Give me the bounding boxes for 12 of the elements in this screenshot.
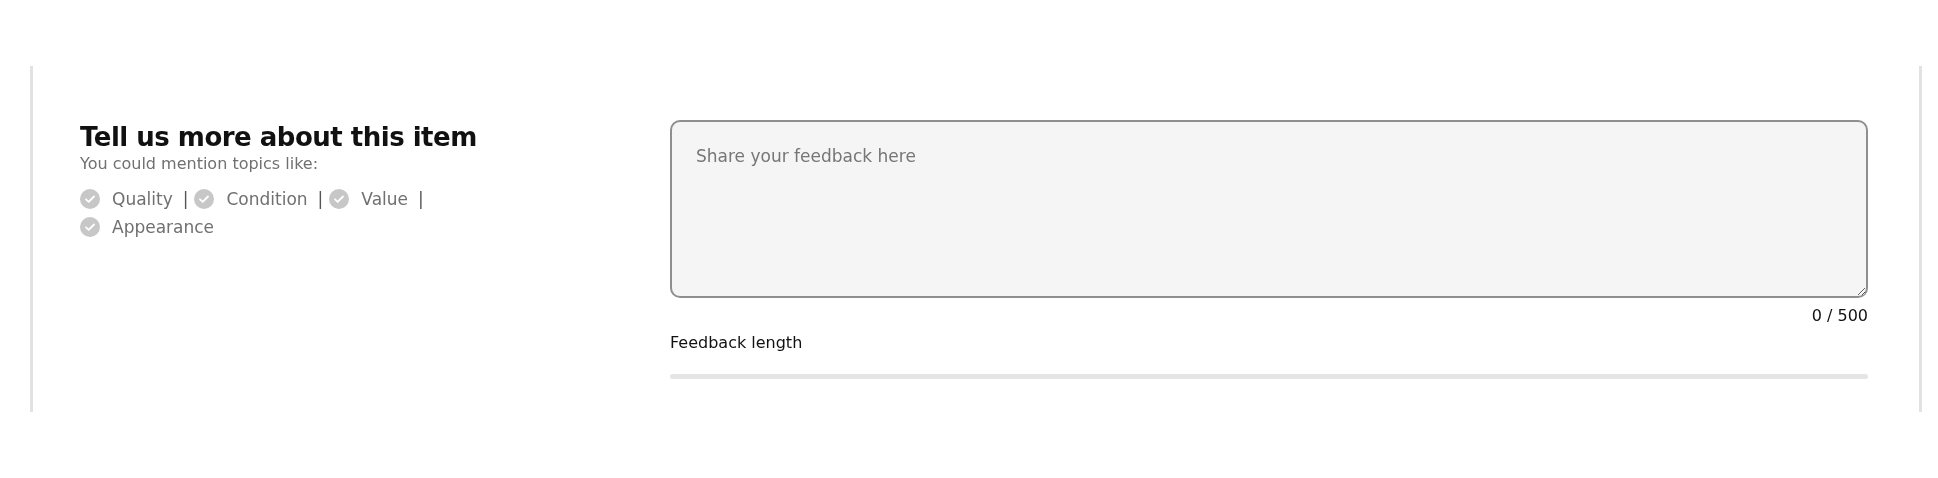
- topic-label: Quality: [112, 189, 173, 209]
- topic-label: Value: [361, 189, 409, 209]
- separator: |: [418, 189, 424, 209]
- section-subtitle: You could mention topics like:: [80, 154, 320, 173]
- character-counter: 0 / 500: [1811, 306, 1868, 325]
- meter-label: Feedback length: [670, 333, 804, 352]
- feedback-field[interactable]: Share your feedback here: [670, 120, 1868, 298]
- topic-label: Appearance: [112, 217, 215, 237]
- topic-label: Condition: [226, 189, 308, 209]
- separator: |: [182, 189, 189, 209]
- separator: |: [317, 189, 324, 209]
- section-title: Tell us more about this item: [80, 122, 478, 152]
